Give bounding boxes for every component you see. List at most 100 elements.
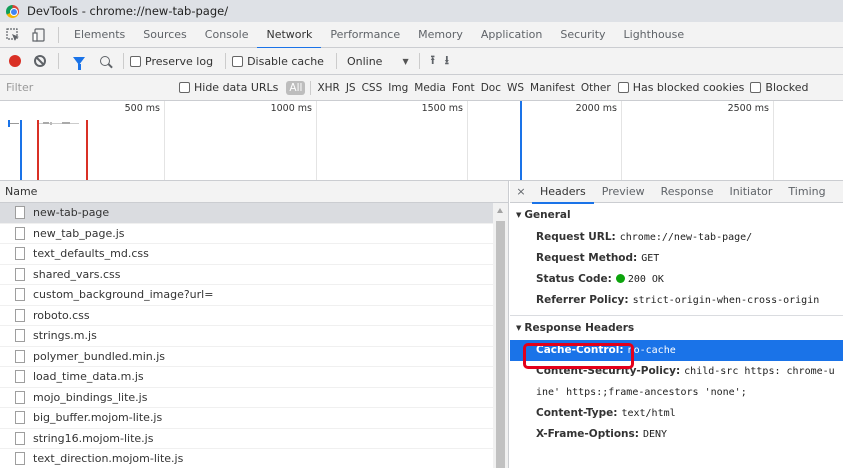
request-list-scrollbar[interactable] [493,203,508,468]
tab-security[interactable]: Security [551,22,614,48]
x-frame-options-row: X-Frame-Options: DENY [510,424,843,445]
tab-performance[interactable]: Performance [321,22,409,48]
request-list: Name new-tab-page new_tab_page.js text_def… [0,181,509,468]
network-overview-timeline[interactable]: 500 ms 1000 ms 1500 ms 2000 ms 2500 ms [0,101,843,181]
checkbox-icon[interactable] [750,82,762,93]
record-button[interactable] [9,55,21,67]
file-icon [15,349,25,363]
type-filter-all[interactable]: All [286,80,306,95]
request-row[interactable]: text_direction.mojom-lite.js [0,449,508,468]
tab-application[interactable]: Application [472,22,551,48]
general-section-header[interactable]: ▼ General [510,203,843,227]
timeline-gridline [773,101,774,180]
request-row[interactable]: strings.m.js [0,326,508,347]
request-row[interactable]: shared_vars.css [0,265,508,285]
header-value: 200 OK [627,274,664,285]
timeline-gridline [621,101,622,180]
request-row[interactable]: string16.mojom-lite.js [0,429,508,449]
checkbox-icon[interactable] [617,82,629,93]
toolbar-divider [335,53,337,69]
timeline-load-marker [86,120,88,180]
filter-input[interactable] [4,77,179,98]
timeline-gridline [316,101,317,180]
tab-network[interactable]: Network [257,22,322,49]
timeline-event-bar [10,123,19,124]
device-toolbar-icon[interactable] [26,22,52,48]
inspect-element-icon[interactable] [0,22,26,48]
name-column-header[interactable]: Name [0,181,508,203]
type-filter-manifest[interactable]: Manifest [527,82,578,94]
tab-preview[interactable]: Preview [594,181,653,203]
timeline-event-bar [43,122,49,124]
request-row[interactable]: polymer_bundled.min.js [0,347,508,367]
type-filter-font[interactable]: Font [449,82,478,94]
filter-icon[interactable] [73,57,85,70]
tab-console[interactable]: Console [196,22,258,48]
disable-cache-checkbox[interactable]: Disable cache [232,55,324,68]
type-filter-css[interactable]: CSS [359,82,386,94]
throttling-value: Online [346,54,383,68]
request-row[interactable]: big_buffer.mojom-lite.js [0,408,508,429]
header-value: ine' https:;frame-ancestors 'none'; [536,387,747,398]
header-key: Status Code: [536,273,612,285]
search-icon[interactable] [100,56,110,66]
timeline-tick-label: 2000 ms [575,103,617,114]
request-row[interactable]: new_tab_page.js [0,224,508,244]
scroll-thumb[interactable] [496,221,505,468]
type-filter-media[interactable]: Media [411,82,449,94]
timeline-tick-label: 500 ms [124,103,160,114]
request-url-row: Request URL: chrome://new-tab-page/ [510,227,843,248]
request-row[interactable]: new-tab-page [0,203,508,224]
request-row[interactable]: text_defaults_md.css [0,244,508,265]
scroll-up-arrow-icon[interactable] [497,208,503,213]
type-filter-js[interactable]: JS [343,82,359,94]
type-filter-doc[interactable]: Doc [478,82,504,94]
tab-sources[interactable]: Sources [134,22,196,48]
checkbox-icon[interactable] [130,55,141,67]
request-row[interactable]: custom_background_image?url= [0,285,508,306]
request-row[interactable]: mojo_bindings_lite.js [0,388,508,408]
file-icon [15,226,25,240]
window-title: DevTools - chrome://new-tab-page/ [27,4,229,18]
preserve-log-checkbox[interactable]: Preserve log [130,55,213,68]
triangle-down-icon: ▼ [516,211,522,219]
checkbox-icon[interactable] [232,55,244,67]
tab-response[interactable]: Response [653,181,722,203]
type-filter-other[interactable]: Other [578,82,614,94]
chevron-down-icon: ▼ [402,56,409,66]
header-value: no-cache [627,345,676,356]
throttling-select[interactable]: Online ▼ [347,55,409,68]
tab-memory[interactable]: Memory [409,22,472,48]
type-filter-ws[interactable]: WS [504,82,527,94]
import-har-icon[interactable]: ⭱ [431,51,435,72]
hide-data-urls-label: Hide data URLs [194,81,279,94]
checkbox-icon[interactable] [179,82,190,93]
blocked-requests-checkbox[interactable]: Blocked [750,81,809,94]
clear-icon[interactable] [34,55,46,67]
tab-elements[interactable]: Elements [65,22,134,48]
file-icon [15,390,25,404]
header-value: DENY [642,429,668,440]
request-name: new-tab-page [33,206,110,220]
request-name: text_defaults_md.css [33,247,149,261]
response-headers-section-header[interactable]: ▼ Response Headers [510,316,843,340]
tab-headers[interactable]: Headers [532,181,594,204]
request-rows: new-tab-page new_tab_page.js text_defaults… [0,203,508,468]
response-headers-title: Response Headers [524,322,635,334]
header-key: X-Frame-Options: [536,428,639,440]
tab-lighthouse[interactable]: Lighthouse [615,22,694,48]
request-row[interactable]: load_time_data.m.js [0,367,508,388]
header-value: child-src https: chrome-u [684,366,835,377]
has-blocked-cookies-checkbox[interactable]: Has blocked cookies [617,81,744,94]
header-key: Content-Type: [536,407,618,419]
type-filter-xhr[interactable]: XHR [314,82,342,94]
tab-initiator[interactable]: Initiator [721,181,780,203]
close-icon[interactable]: × [510,185,532,198]
export-har-icon[interactable]: ⭳ [445,51,449,72]
hide-data-urls-checkbox[interactable]: Hide data URLs [179,81,278,94]
tab-timing[interactable]: Timing [780,181,833,203]
request-row[interactable]: roboto.css [0,306,508,326]
file-icon [15,411,25,425]
request-name: custom_background_image?url= [33,288,214,302]
type-filter-img[interactable]: Img [385,82,411,94]
